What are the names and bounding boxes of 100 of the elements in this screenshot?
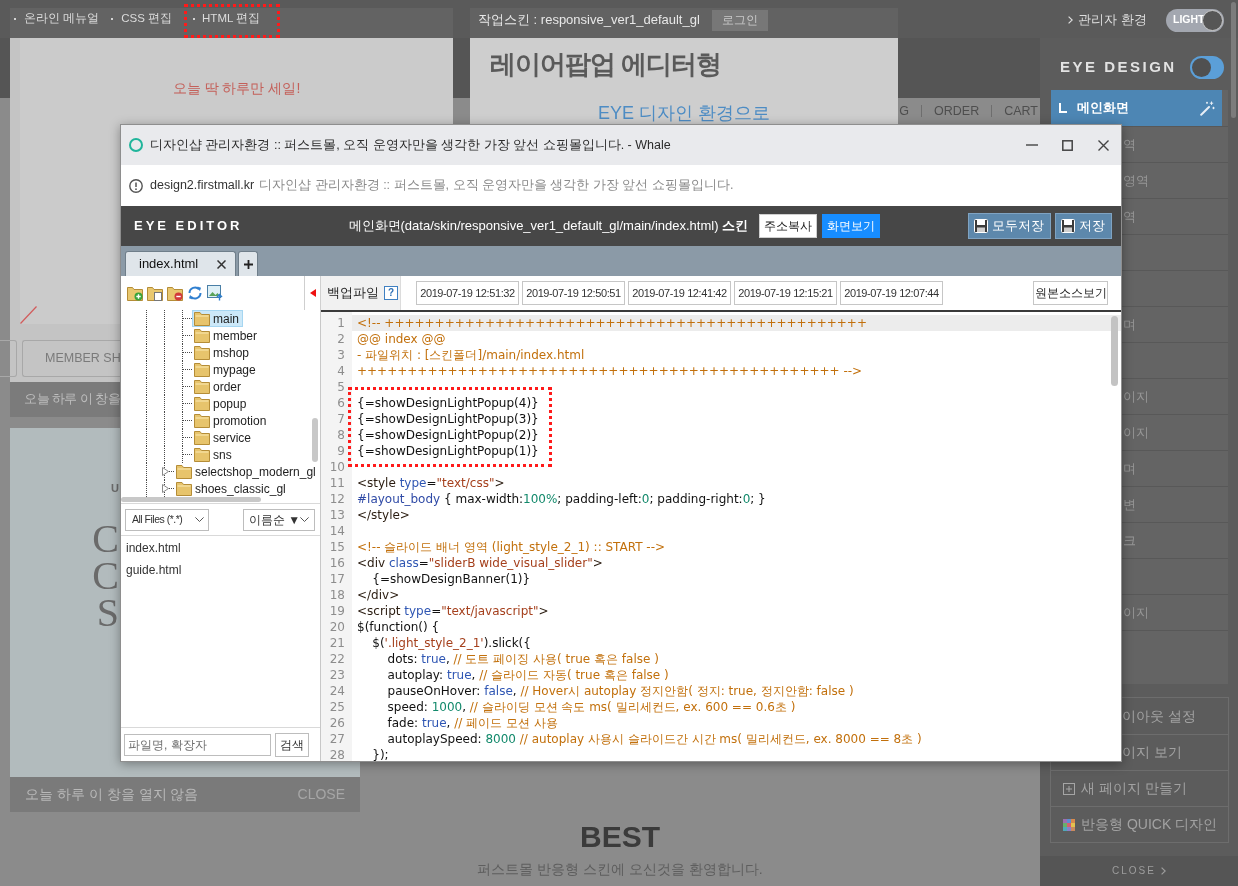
tree-item[interactable]: mshop <box>192 344 254 361</box>
tree-item[interactable]: order <box>192 378 245 395</box>
code-line: {=showDesignLightPopup(1)} <box>357 443 539 459</box>
close-bar-button[interactable]: CLOSE <box>1040 856 1238 886</box>
folder-icon <box>194 396 210 411</box>
delete-folder-icon[interactable] <box>167 285 183 301</box>
line-number: 7 <box>336 411 345 427</box>
tree-item[interactable]: sns <box>192 446 236 463</box>
tree-item[interactable]: mypage <box>192 361 260 378</box>
theme-toggle[interactable]: LIGHT <box>1166 8 1224 32</box>
nav-link[interactable]: G <box>899 101 910 121</box>
line-number: 23 <box>328 667 345 683</box>
line-number: 15 <box>328 539 345 555</box>
image-upload-icon[interactable] <box>207 285 223 301</box>
line-number: 17 <box>328 571 345 587</box>
menu-link[interactable]: 온라인 메뉴얼 <box>14 8 112 30</box>
copy-address-button[interactable]: 주소복사 <box>759 214 818 238</box>
panel-action[interactable]: 이아웃 설정 <box>1122 698 1228 734</box>
scrollbar-thumb <box>1111 316 1118 386</box>
backup-date-button[interactable]: 2019-07-19 12:51:32 <box>416 281 519 305</box>
line-number: 20 <box>328 619 345 635</box>
tree-item[interactable]: selectshop_modern_gl <box>174 463 320 480</box>
add-tab-button[interactable] <box>238 251 258 276</box>
code-line: #layout_body { max-width:100%; padding-left:0; padding-right:0; } <box>357 491 766 507</box>
backup-date-button[interactable]: 2019-07-19 12:50:51 <box>522 281 625 305</box>
tree-item[interactable]: shoes_classic_gl <box>174 480 290 497</box>
panel-title: EYE DESIGN <box>1060 56 1177 77</box>
nav-link[interactable]: CART <box>1004 101 1038 121</box>
line-number: 12 <box>328 491 345 507</box>
search-button[interactable]: 검색 <box>275 732 309 757</box>
tree-item[interactable]: member <box>192 327 261 344</box>
dismiss-today-text: 오늘 하루 이 창을 열지 않음 <box>25 785 199 804</box>
line-number: 10 <box>328 459 345 475</box>
code-line: dots: true, // 도트 페이징 사용( true 혹은 false ) <box>386 651 659 667</box>
new-folder-icon[interactable] <box>127 285 143 301</box>
backup-date-button[interactable]: 2019-07-19 12:41:42 <box>628 281 731 305</box>
close-icon[interactable] <box>1098 139 1109 151</box>
view-source-button[interactable]: 원본소스보기 <box>1033 281 1108 305</box>
line-number: 22 <box>328 651 345 667</box>
line-number: 26 <box>328 715 345 731</box>
line-number: 13 <box>328 507 345 523</box>
backup-date-button[interactable]: 2019-07-19 12:07:44 <box>840 281 943 305</box>
refresh-icon[interactable] <box>187 285 203 301</box>
save-button[interactable]: 저장 <box>1055 213 1112 239</box>
file-item[interactable]: guide.html <box>126 559 182 581</box>
code-line: @@ index @@ <box>357 331 446 347</box>
view-screen-button[interactable]: 화면보기 <box>822 214 881 238</box>
decorative-letter: C <box>92 520 119 557</box>
close-icon[interactable] <box>217 259 226 269</box>
line-number: 8 <box>336 427 345 443</box>
sidebar-item[interactable]: 메인화면 <box>1051 90 1222 126</box>
folder-icon <box>194 328 210 343</box>
line-number: 4 <box>336 363 345 379</box>
backup-label: 백업파일 <box>327 284 379 303</box>
expand-arrow-icon[interactable] <box>162 467 169 476</box>
line-number: 2 <box>336 331 345 347</box>
code-line: </div> <box>357 587 400 603</box>
file-item[interactable]: index.html <box>126 537 181 559</box>
save-all-button[interactable]: 모두저장 <box>968 213 1051 239</box>
folder-page-icon[interactable] <box>147 285 163 301</box>
popup-title: 레이어팝업 에디터형 <box>490 48 722 81</box>
sort-select[interactable]: 이름순 ▼ <box>243 508 315 531</box>
backup-date-button[interactable]: 2019-07-19 12:15:21 <box>734 281 837 305</box>
code-line: ++++++++++++++++++++++++++++++++++++++++++++++++ --> <box>357 363 863 379</box>
popup-subtitle: EYE 디자인 환경으로 <box>598 103 770 123</box>
collapse-arrow-icon[interactable] <box>309 289 316 297</box>
login-button[interactable]: 로그인 <box>711 9 768 31</box>
line-number: 16 <box>328 555 345 571</box>
decorative-letter: C <box>92 557 119 594</box>
folder-icon <box>194 413 210 428</box>
file-type-select[interactable]: All Files (*.*) <box>125 508 209 531</box>
folder-icon <box>194 362 210 377</box>
code-line: {=showDesignLightPopup(3)} <box>357 411 539 427</box>
code-line: {=showDesignLightPopup(2)} <box>357 427 539 443</box>
help-button[interactable]: ? <box>384 286 398 300</box>
menu-link[interactable]: CSS 편집 <box>111 8 185 30</box>
file-search-field[interactable]: 파일명, 확장자 <box>124 733 271 756</box>
panel-action[interactable]: 새 페이지 만들기 <box>1051 770 1228 806</box>
line-number: 25 <box>328 699 345 715</box>
panel-action[interactable]: 반응형 QUICK 디자인 <box>1051 806 1228 842</box>
nav-link[interactable]: ORDER <box>934 101 980 121</box>
file-tab[interactable]: index.html <box>125 251 236 276</box>
decorative-letter: S <box>96 594 119 631</box>
maximize-icon[interactable] <box>1062 139 1073 151</box>
popup-small-text: U <box>111 481 119 495</box>
design-mode-toggle[interactable] <box>1190 55 1224 79</box>
code-line: }); <box>371 747 389 763</box>
tree-item[interactable]: service <box>192 429 255 446</box>
code-line: autoplaySpeed: 8000 // autoplay 사용시 슬라이드간 시간 ms( 밀리세컨드, ex. 8000 == 8초 ) <box>386 731 922 747</box>
line-number: 6 <box>336 395 345 411</box>
code-line: <div class="sliderB wide_visual_slider"> <box>357 555 603 571</box>
folder-icon <box>176 481 192 496</box>
admin-link[interactable]: 관리자 환경 <box>1068 10 1147 30</box>
tree-item[interactable]: popup <box>192 395 251 412</box>
file-path: 메인화면(data/skin/responsive_ver1_default_gl/main/index.html) 스킨 <box>348 217 749 236</box>
expand-arrow-icon[interactable] <box>162 484 169 493</box>
indent-corner-icon <box>1059 103 1067 113</box>
line-number: 24 <box>328 683 345 699</box>
tree-item[interactable]: promotion <box>192 412 271 429</box>
tree-item[interactable]: main <box>192 310 243 327</box>
